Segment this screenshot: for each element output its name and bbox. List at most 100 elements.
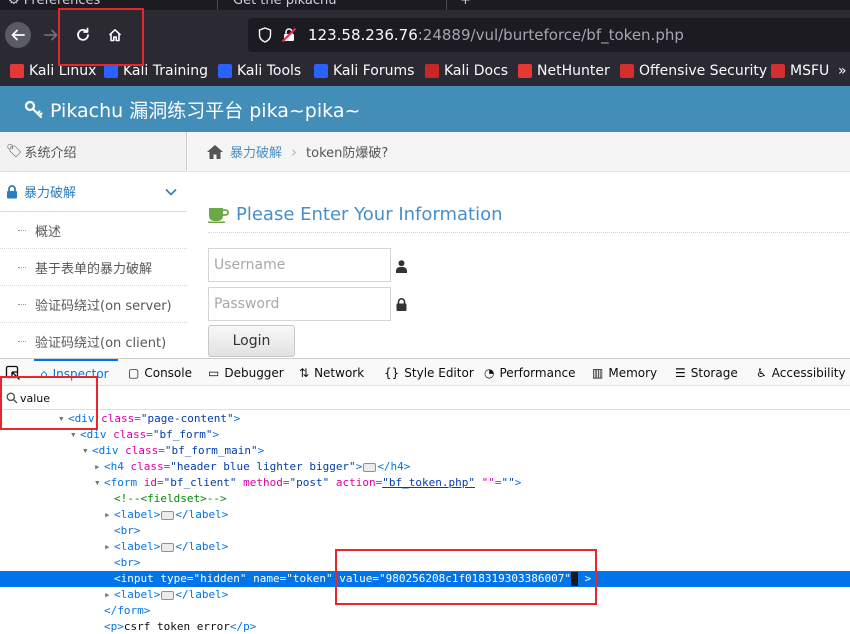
lock-icon	[396, 298, 407, 311]
msfu-icon	[771, 64, 785, 78]
memory-icon: ▥	[592, 365, 604, 380]
dom-node-bf-form-main[interactable]: ▾ <div class="bf_form_main">	[0, 443, 850, 459]
tab-debugger[interactable]: ▭ Debugger	[208, 359, 284, 386]
home-icon	[108, 29, 122, 42]
bookmark-kali-docs[interactable]: Kali Docs	[425, 63, 508, 79]
tab-preferences[interactable]: ⚙ Preferences	[8, 0, 100, 10]
bookmarks-overflow-chevron[interactable]: »	[838, 63, 847, 79]
bookmarks-bar: Kali Linux Kali Training Kali Tools Kali…	[0, 60, 850, 86]
dom-node-br[interactable]: <br>	[0, 555, 850, 571]
tab-storage[interactable]: ☰ Storage	[675, 359, 738, 386]
bookmark-offensive-security[interactable]: Offensive Security	[620, 63, 767, 79]
sidebar-subitem-captcha-server[interactable]: 验证码绕过(on server)	[0, 286, 187, 323]
ellipsis-badge[interactable]	[161, 510, 175, 520]
kali-training-icon	[104, 64, 118, 78]
sidebar-item-brute-force[interactable]: 暴力破解	[0, 172, 187, 212]
style-editor-icon: {}	[384, 365, 400, 380]
password-input[interactable]	[208, 287, 391, 321]
tree-dot	[18, 304, 26, 305]
user-icon	[396, 260, 407, 273]
element-picker-button[interactable]	[5, 359, 21, 386]
bookmark-kali-forums[interactable]: Kali Forums	[314, 63, 414, 79]
back-arrow-icon	[11, 29, 25, 41]
text-caret	[571, 572, 579, 586]
storage-icon: ☰	[675, 365, 686, 380]
gear-icon: ⚙	[8, 0, 20, 8]
bookmark-msfu[interactable]: MSFU	[771, 63, 829, 79]
app-title[interactable]: Pikachu 漏洞练习平台 pika~pika~	[24, 96, 360, 123]
back-button[interactable]	[5, 22, 31, 48]
tab-network[interactable]: ⇅ Network	[299, 359, 364, 386]
tree-dot	[18, 341, 26, 342]
sidebar: 🏷 系统介绍 暴力破解 概述 基于表单的暴力破解 验证码绕过(on server…	[0, 132, 187, 360]
sidebar-subitem-overview[interactable]: 概述	[0, 212, 187, 249]
dom-node-comment[interactable]: <!--<fieldset>-->	[0, 491, 850, 507]
username-input[interactable]	[208, 248, 391, 282]
search-icon	[6, 392, 18, 404]
ellipsis-badge[interactable]	[161, 542, 175, 552]
twisty-expanded-icon: ▾	[70, 428, 77, 441]
inspector-search-row	[0, 386, 850, 410]
breadcrumb-section-link[interactable]: 暴力破解	[230, 142, 282, 161]
ellipsis-badge[interactable]	[161, 590, 175, 600]
twisty-collapsed-icon: ▸	[104, 540, 111, 553]
dom-node-p-error[interactable]: <p>csrf token error</p>	[0, 619, 850, 634]
nethunter-icon	[518, 64, 532, 78]
dom-node-form[interactable]: ▾ <form id="bf_client" method="post" acti…	[0, 475, 850, 491]
ellipsis-badge[interactable]	[363, 462, 377, 472]
tab-console[interactable]: ▢ Console	[128, 359, 192, 386]
kali-docs-icon	[425, 64, 439, 78]
dom-node-bf-form[interactable]: ▾ <div class="bf_form">	[0, 427, 850, 443]
browser-nav-bar: 123.58.236.76:24889/vul/burteforce/bf_to…	[0, 10, 850, 60]
twisty-collapsed-icon: ▸	[104, 588, 111, 601]
performance-icon: ◔	[484, 365, 495, 380]
login-form-area: Please Enter Your Information Login	[188, 172, 850, 358]
tab-style-editor[interactable]: {} Style Editor	[384, 359, 474, 386]
dom-tree[interactable]: ▾ <div class="page-content"> ▾ <div class=…	[0, 410, 850, 634]
twisty-expanded-icon: ▾	[94, 476, 101, 489]
dom-node-br[interactable]: <br>	[0, 523, 850, 539]
tab-get-the-pikachu[interactable]: Get the pikachu	[233, 0, 337, 10]
breadcrumb-current-page: token防爆破?	[306, 146, 389, 161]
kali-dragon-icon	[10, 64, 24, 78]
network-icon: ⇅	[299, 365, 310, 380]
forward-arrow-icon	[44, 29, 58, 41]
home-button[interactable]	[102, 22, 128, 48]
url-text: 123.58.236.76:24889/vul/burteforce/bf_to…	[308, 26, 684, 44]
bookmark-kali-linux[interactable]: Kali Linux	[10, 63, 96, 79]
new-tab-button[interactable]: +	[460, 0, 471, 10]
sidebar-item-system-intro[interactable]: 🏷 系统介绍	[0, 132, 187, 172]
url-bar[interactable]: 123.58.236.76:24889/vul/burteforce/bf_to…	[248, 18, 850, 52]
tab-accessibility[interactable]: ♿ Accessibility	[756, 359, 846, 386]
dom-node-label[interactable]: ▸ <label> </label>	[0, 539, 850, 555]
dom-node-page-content[interactable]: ▾ <div class="page-content">	[0, 411, 850, 427]
bookmark-kali-training[interactable]: Kali Training	[104, 63, 208, 79]
url-host: 123.58.236.76	[308, 26, 418, 44]
tab-inspector[interactable]: ⌂ Inspector	[34, 359, 118, 386]
dom-node-form-close[interactable]: </form>	[0, 603, 850, 619]
kali-tools-icon	[218, 64, 232, 78]
app-header: Pikachu 漏洞练习平台 pika~pika~	[0, 86, 850, 132]
key-icon	[24, 100, 43, 118]
twisty-collapsed-icon: ▸	[104, 508, 111, 521]
dom-node-label[interactable]: ▸ <label> </label>	[0, 587, 850, 603]
bookmark-kali-tools[interactable]: Kali Tools	[218, 63, 301, 79]
login-button[interactable]: Login	[208, 325, 295, 357]
sidebar-subitem-captcha-client[interactable]: 验证码绕过(on client)	[0, 323, 187, 360]
home-icon	[207, 144, 223, 159]
sidebar-subitem-form-bruteforce[interactable]: 基于表单的暴力破解	[0, 249, 187, 286]
tab-performance[interactable]: ◔ Performance	[484, 359, 576, 386]
console-icon: ▢	[128, 365, 140, 380]
bookmark-nethunter[interactable]: NetHunter	[518, 63, 610, 79]
forward-button[interactable]	[38, 22, 64, 48]
inspector-search-input[interactable]	[20, 389, 320, 407]
browser-tab-strip: ⚙ Preferences Get the pikachu +	[0, 0, 850, 10]
dom-node-h4[interactable]: ▸ <h4 class="header blue lighter bigger">…	[0, 459, 850, 475]
inspector-icon: ⌂	[40, 366, 48, 381]
heading-divider	[208, 232, 850, 233]
dom-node-hidden-token-input[interactable]: <input type="hidden" name="token" value=…	[0, 571, 850, 587]
coffee-cup-icon	[208, 207, 229, 223]
reload-button[interactable]	[70, 22, 96, 48]
tab-memory[interactable]: ▥ Memory	[592, 359, 657, 386]
dom-node-label[interactable]: ▸ <label> </label>	[0, 507, 850, 523]
